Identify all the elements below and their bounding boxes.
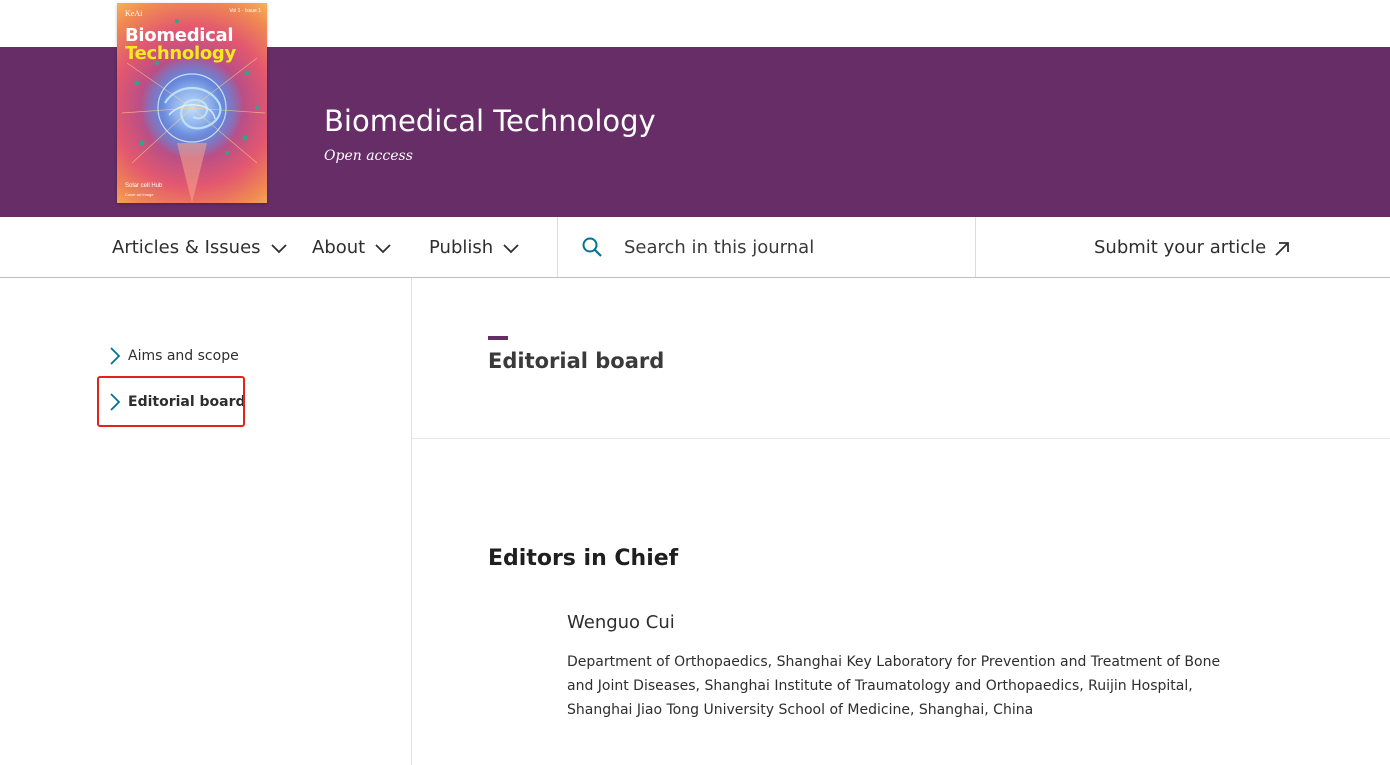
sidebar-item-editorial-board[interactable]: Editorial board <box>110 393 246 411</box>
title-accent-bar <box>488 336 508 340</box>
submit-article-link[interactable]: Submit your article <box>1094 217 1290 277</box>
nav-articles-issues[interactable]: Articles & Issues <box>112 217 287 277</box>
cover-publisher-logo: KeAi <box>125 9 143 18</box>
external-arrow-icon <box>1275 242 1290 256</box>
content-divider <box>412 438 1390 439</box>
editor-name: Wenguo Cui <box>567 612 675 633</box>
chevron-down-icon <box>503 243 519 253</box>
journal-title[interactable]: Biomedical Technology <box>324 104 656 138</box>
chevron-down-icon <box>270 243 287 253</box>
nav-divider <box>975 217 976 277</box>
open-access-label: Open access <box>324 148 413 164</box>
submit-article-label: Submit your article <box>1094 236 1267 258</box>
chevron-right-icon <box>110 347 120 365</box>
cover-issue-info: Vol 1 · Issue 1 <box>229 8 261 14</box>
cover-title-line2: Technology <box>125 43 236 64</box>
sidebar-item-label: Editorial board <box>128 394 246 410</box>
search-icon[interactable] <box>582 237 602 257</box>
search-input[interactable] <box>624 233 954 261</box>
chevron-right-icon <box>110 393 120 411</box>
journal-search[interactable] <box>558 217 975 277</box>
nav-articles-issues-label: Articles & Issues <box>112 236 261 258</box>
sidebar-item-label: Aims and scope <box>128 348 239 364</box>
sidebar-item-aims-scope[interactable]: Aims and scope <box>110 347 239 365</box>
journal-nav-bar: Articles & Issues About Publish Submit y… <box>0 217 1390 278</box>
journal-cover-image[interactable]: KeAi Vol 1 · Issue 1 Biomedical Technolo… <box>117 3 267 203</box>
nav-about-label: About <box>312 236 366 258</box>
nav-publish-label: Publish <box>429 236 494 258</box>
section-heading-editors-in-chief: Editors in Chief <box>488 546 679 571</box>
page-title: Editorial board <box>488 349 665 373</box>
editor-affiliation: Department of Orthopaedics, Shanghai Key… <box>567 654 1221 718</box>
chevron-down-icon <box>375 243 391 253</box>
cover-footer: Solar cell Hub <box>125 183 163 189</box>
nav-publish[interactable]: Publish <box>429 217 519 277</box>
nav-about[interactable]: About <box>312 217 391 277</box>
sidebar-divider <box>411 278 412 765</box>
cover-footer-small: Cover art image <box>125 192 154 197</box>
